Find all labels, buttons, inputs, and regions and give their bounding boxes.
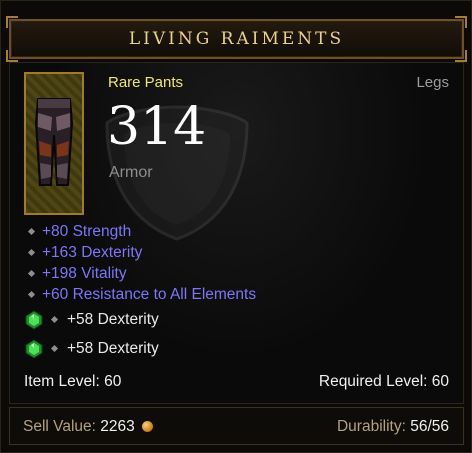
corner-ornament xyxy=(6,16,18,28)
tooltip-footer: Sell Value: 2263 Durability: 56/56 xyxy=(9,407,464,445)
bullet-icon xyxy=(50,315,59,324)
armor-value: 314 xyxy=(107,97,207,157)
sell-value: Sell Value: 2263 xyxy=(23,418,154,436)
item-tooltip: LIVING RAIMENTS Rare Pants Legs 314 Armo… xyxy=(0,0,472,453)
bullet-icon xyxy=(27,269,36,278)
sell-value-label: Sell Value: xyxy=(23,418,101,435)
bullet-icon xyxy=(27,290,36,299)
socket-bonus-text: +58 Dexterity xyxy=(67,339,159,357)
required-level: Required Level: 60 xyxy=(318,373,449,390)
affix-line: +198 Vitality xyxy=(24,263,256,284)
bullet-icon xyxy=(50,344,59,353)
item-stats: +80 Strength +163 Dexterity +198 Vitalit… xyxy=(24,221,256,363)
emerald-gem-icon xyxy=(25,309,43,330)
emerald-gem-icon xyxy=(25,338,43,359)
item-details-panel: Rare Pants Legs 314 Armor +80 Strength +… xyxy=(9,62,464,404)
affix-line: +80 Strength xyxy=(24,221,256,242)
affix-text: +80 Strength xyxy=(42,222,132,240)
pants-icon xyxy=(34,98,74,186)
affix-line: +163 Dexterity xyxy=(24,242,256,263)
corner-ornament xyxy=(6,50,18,62)
durability: Durability: 56/56 xyxy=(337,418,449,436)
socket-line: +58 Dexterity xyxy=(24,305,256,334)
bullet-icon xyxy=(27,227,36,236)
item-level: Item Level: 60 xyxy=(24,373,122,390)
gold-coin-icon xyxy=(142,421,154,432)
affix-text: +60 Resistance to All Elements xyxy=(42,285,257,303)
item-name: LIVING RAIMENTS xyxy=(128,29,345,49)
affix-text: +163 Dexterity xyxy=(42,243,143,261)
durability-label: Durability: xyxy=(336,418,411,435)
corner-ornament xyxy=(455,16,467,28)
durability-value: 56/56 xyxy=(410,418,449,435)
affix-line: +60 Resistance to All Elements xyxy=(24,284,256,305)
affix-text: +198 Vitality xyxy=(42,264,127,282)
socket-line: +58 Dexterity xyxy=(24,334,256,363)
socket-bonus-text: +58 Dexterity xyxy=(67,310,159,328)
item-icon-frame xyxy=(24,72,84,215)
tooltip-header: LIVING RAIMENTS xyxy=(6,16,467,62)
sell-value-amount: 2263 xyxy=(100,418,135,435)
corner-ornament xyxy=(455,50,467,62)
armor-label: Armor xyxy=(109,164,153,181)
bullet-icon xyxy=(27,248,36,257)
item-slot: Legs xyxy=(416,74,449,91)
item-rarity-type: Rare Pants xyxy=(108,74,184,91)
